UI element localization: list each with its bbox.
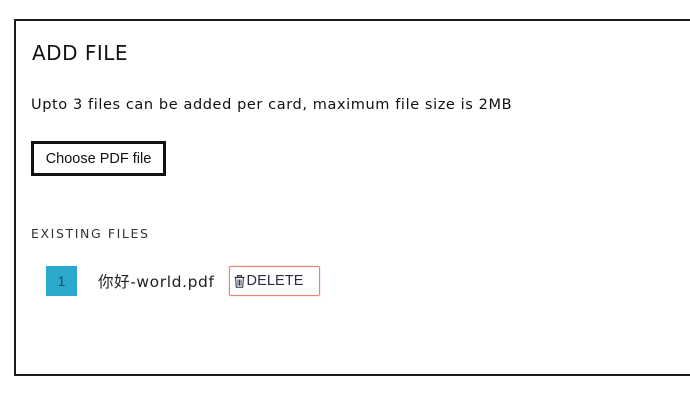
file-name-link[interactable]: 你好-world.pdf [98,270,215,292]
add-file-panel: ADD FILE Upto 3 files can be added per c… [14,19,690,376]
delete-file-button[interactable]: DELETE [228,266,320,296]
panel-title: ADD FILE [32,41,129,65]
file-index-badge: 1 [46,266,77,296]
upload-limit-info: Upto 3 files can be added per card, maxi… [31,97,513,113]
trash-icon [233,274,246,289]
delete-label: DELETE [246,273,304,289]
choose-pdf-file-button[interactable]: Choose PDF file [31,141,166,176]
file-row: 1 你好-world.pdf DELETE [46,265,320,297]
existing-files-label: EXISTING FILES [31,226,150,241]
